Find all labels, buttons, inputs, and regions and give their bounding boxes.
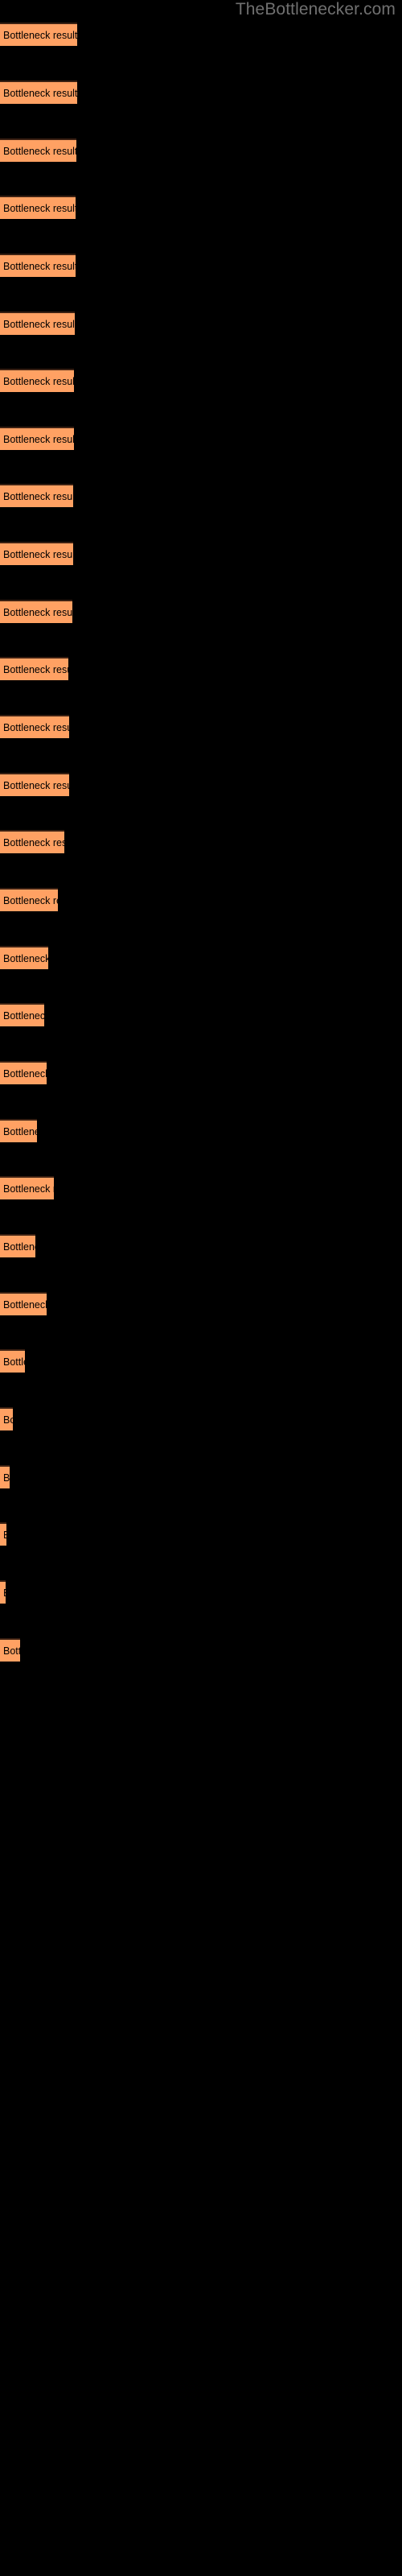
bars-layer: Bottleneck result Bottleneck result Bottle… (0, 0, 402, 2576)
bar-label: Bottleneck result (3, 1472, 10, 1484)
bar-row: Bottleneck result (0, 773, 402, 796)
bar-label: Bottleneck result (3, 29, 77, 41)
bar-row: Bottleneck result (0, 138, 402, 162)
bar-segment: Bottleneck result (0, 484, 73, 507)
bar-row: Bottleneck result (0, 484, 402, 507)
bar-label: Bottleneck result (3, 721, 69, 733)
bottleneck-bar-chart: TheBottlenecker.com Bottleneck result Bot… (0, 0, 402, 2576)
bar-segment: Bottleneck result (0, 1003, 44, 1026)
bar-segment: Bottleneck result (0, 1234, 35, 1257)
bar-segment: Bottleneck result (0, 1119, 37, 1142)
bar-row: Bottleneck result (0, 312, 402, 335)
bar-label: Bottleneck result (3, 1183, 54, 1195)
bar-segment: Bottleneck result (0, 1407, 13, 1430)
bar-row: Bottleneck result (0, 1465, 402, 1488)
bar-label: Bottleneck result (3, 1587, 6, 1599)
bar-row: Bottleneck result (0, 946, 402, 969)
bar-row: Bottleneck result (0, 1234, 402, 1257)
bar-label: Bottleneck result (3, 1241, 35, 1253)
bar-label: Bottleneck result (3, 1009, 44, 1022)
bar-row: Bottleneck result (0, 657, 402, 680)
bar-label: Bottleneck result (3, 433, 74, 445)
bar-row: Bottleneck result (0, 23, 402, 46)
bar-label: Bottleneck result (3, 1645, 20, 1657)
bar-row: Bottleneck result (0, 1349, 402, 1373)
bar-label: Bottleneck result (3, 1125, 37, 1137)
bar-label: Bottleneck result (3, 145, 76, 157)
bar-row: Bottleneck result (0, 1003, 402, 1026)
bar-segment: Bottleneck result (0, 1465, 10, 1488)
bar-segment: Bottleneck result (0, 196, 76, 219)
bar-label: Bottleneck result (3, 490, 73, 502)
bar-row: Bottleneck result (0, 1119, 402, 1142)
bar-row: Bottleneck result (0, 254, 402, 277)
bar-label: Bottleneck result (3, 202, 76, 214)
bar-label: Bottleneck result (3, 894, 58, 906)
bar-row: Bottleneck result (0, 1061, 402, 1084)
bar-row: Bottleneck result (0, 1292, 402, 1315)
bar-row: Bottleneck result (0, 1638, 402, 1662)
bar-row: Bottleneck result (0, 888, 402, 911)
bar-row: Bottleneck result (0, 600, 402, 623)
bar-label: Bottleneck result (3, 1067, 47, 1080)
bar-label: Bottleneck result (3, 1414, 13, 1426)
bar-segment: Bottleneck result (0, 542, 73, 565)
bar-segment: Bottleneck result (0, 773, 69, 796)
bar-segment: Bottleneck result (0, 657, 68, 680)
bar-segment: Bottleneck result (0, 427, 74, 450)
bar-label: Bottleneck result (3, 548, 73, 560)
bar-label: Bottleneck result (3, 663, 68, 675)
bar-row: Bottleneck result (0, 80, 402, 104)
bar-label: Bottleneck result (3, 1356, 25, 1368)
bar-segment: Bottleneck result (0, 80, 77, 104)
bar-segment: Bottleneck result (0, 1349, 25, 1373)
bar-label: Bottleneck result (3, 87, 77, 99)
bar-row: Bottleneck result (0, 1407, 402, 1430)
bar-label: Bottleneck result (3, 375, 74, 387)
bar-row: Bottleneck result (0, 830, 402, 853)
bar-segment: Bottleneck result (0, 138, 76, 162)
bar-label: Bottleneck result (3, 318, 75, 330)
bar-row: Bottleneck result (0, 542, 402, 565)
bar-segment: Bottleneck result (0, 946, 48, 969)
bar-segment: Bottleneck result (0, 312, 75, 335)
bar-label: Bottleneck result (3, 779, 69, 791)
bar-segment: Bottleneck result (0, 254, 76, 277)
bar-segment: Bottleneck result (0, 600, 72, 623)
bar-row: Bottleneck result (0, 427, 402, 450)
bar-label: Bottleneck result (3, 952, 48, 964)
bar-row: Bottleneck result (0, 369, 402, 392)
bar-segment: Bottleneck result (0, 23, 77, 46)
bar-row: Bottleneck result (0, 715, 402, 738)
bar-segment: Bottleneck result (0, 369, 74, 392)
bar-label: Bottleneck result (3, 260, 76, 272)
bar-segment: Bottleneck result (0, 1638, 20, 1662)
bar-segment: Bottleneck result (0, 1176, 54, 1199)
bar-segment: Bottleneck result (0, 1061, 47, 1084)
bar-row: Bottleneck result (0, 1176, 402, 1199)
bar-segment: Bottleneck result (0, 888, 58, 911)
bar-row: Bottleneck result (0, 1580, 402, 1604)
bar-label: Bottleneck result (3, 606, 72, 618)
bar-row: Bottleneck result (0, 1522, 402, 1546)
bar-label: Bottleneck result (3, 1298, 47, 1311)
bar-segment: Bottleneck result (0, 1292, 47, 1315)
bar-segment: Bottleneck result (0, 715, 69, 738)
bar-segment: Bottleneck result (0, 830, 64, 853)
bar-label: Bottleneck result (3, 1530, 6, 1541)
bar-segment: Bottleneck result (0, 1580, 6, 1604)
bar-row: Bottleneck result (0, 196, 402, 219)
bar-segment: Bottleneck result (0, 1522, 6, 1546)
bar-label: Bottleneck result (3, 836, 64, 848)
